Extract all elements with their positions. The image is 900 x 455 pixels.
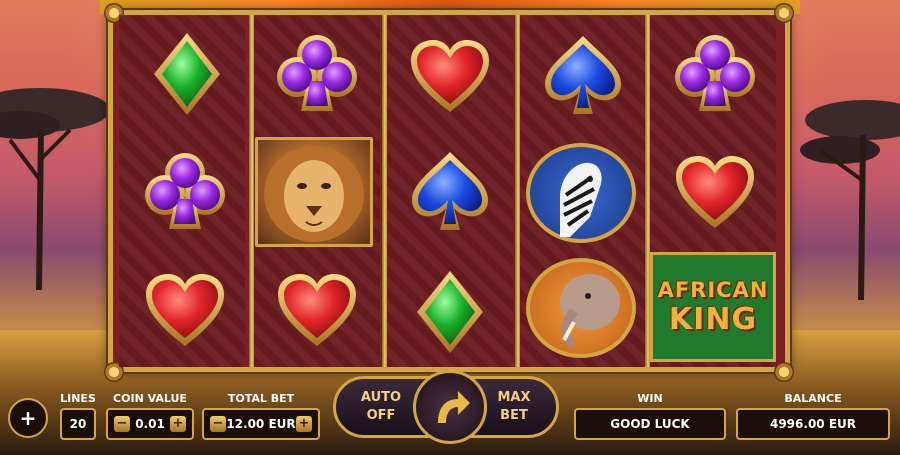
autoplay-button[interactable]: AUTO OFF [343,383,419,431]
total-bet-label: TOTAL BET [227,392,295,405]
zebra-symbol [526,143,636,243]
autoplay-label: AUTO [360,390,402,405]
autoplay-state: OFF [366,408,396,423]
max-bet-button[interactable]: MAX BET [481,383,547,431]
diamond-green-icon [132,24,242,124]
max-bet-label-line2: BET [500,408,528,423]
acacia-tree-right [800,100,900,300]
total-bet-plus-button[interactable]: + [296,416,312,432]
curved-arrow-icon [438,391,470,423]
logo-line-king: KING [668,301,758,337]
diamond-green-icon [395,262,505,362]
total-bet-text: 12.00 EUR [226,417,296,431]
lines-label: LINES [60,392,96,405]
elephant-symbol [526,258,636,358]
plus-icon: + [19,406,37,430]
logo-line-african: AFRICAN [657,277,769,302]
lion-icon [264,146,364,242]
frame-corner [774,362,794,382]
zebra-icon [560,162,602,237]
heart-red-icon [395,26,505,126]
win-label: WIN [637,392,663,405]
balance-display: 4996.00 EUR [736,408,890,440]
heart-red-icon [130,260,240,360]
spin-button[interactable] [413,370,487,444]
total-bet-minus-button[interactable]: − [210,416,226,432]
club-purple-icon [130,142,240,242]
club-purple-icon [660,24,770,124]
win-display: GOOD LUCK [574,408,726,440]
african-king-logo: AFRICAN KING [650,252,776,362]
balance-label: BALANCE [784,392,842,405]
club-purple-icon [262,24,372,124]
lion-symbol [255,137,373,247]
max-bet-label-line1: MAX [497,390,531,405]
coin-value-label: COIN VALUE [113,392,187,405]
spade-blue-icon [395,142,505,242]
coin-value-plus-button[interactable]: + [170,416,186,432]
lines-value[interactable]: 20 [60,408,96,440]
coin-value-text: 0.01 [135,417,165,431]
elephant-icon [560,274,620,348]
frame-corner [774,3,794,23]
heart-red-icon [660,142,770,242]
coin-value-minus-button[interactable]: − [114,416,130,432]
heart-red-icon [262,260,372,360]
spade-blue-icon [528,26,638,126]
menu-button[interactable]: + [8,398,48,438]
acacia-tree-left [0,88,110,290]
